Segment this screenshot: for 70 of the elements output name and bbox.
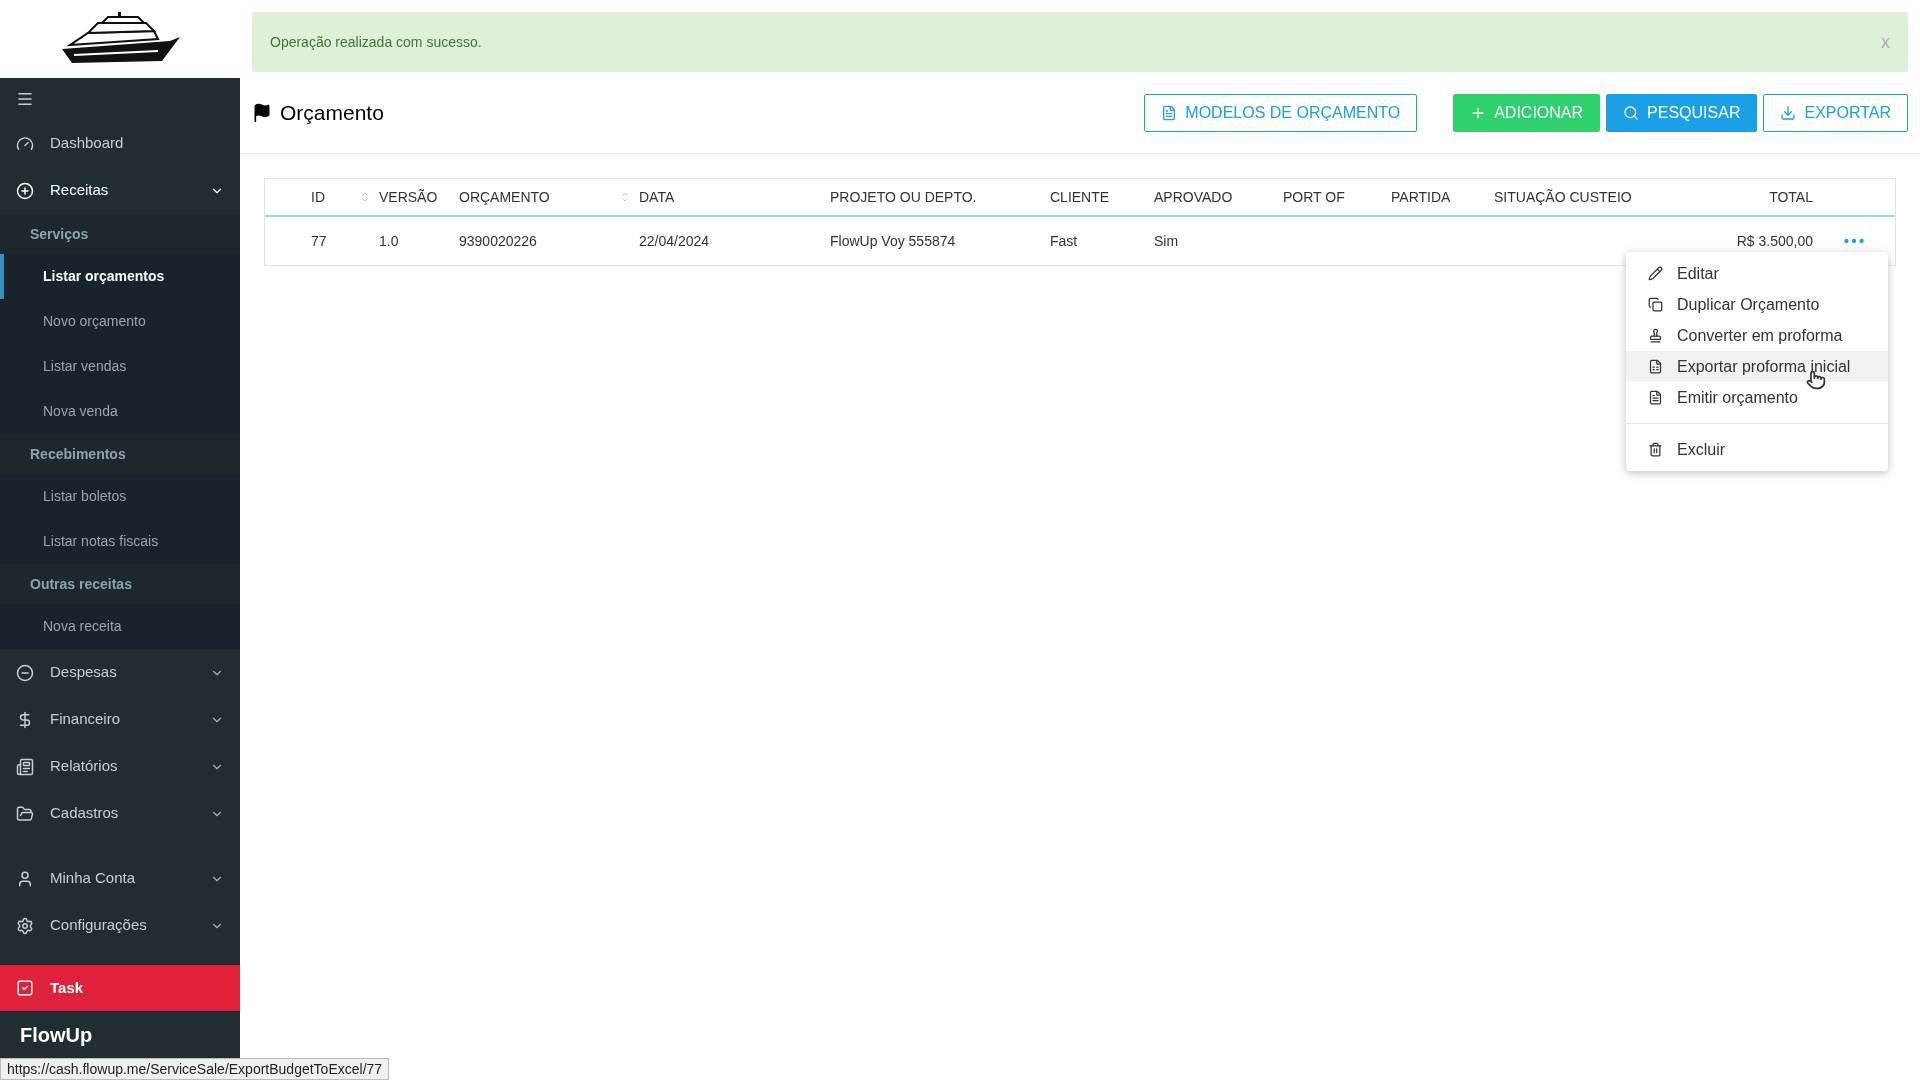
sidebar-item[interactable]: Configurações — [0, 902, 240, 949]
newspaper-icon — [16, 757, 34, 776]
table-cell-text: Fast — [1050, 231, 1079, 251]
gauge-icon — [16, 134, 34, 153]
menu-item[interactable]: Exportar proforma inicial — [1626, 351, 1888, 382]
sidebar-item[interactable]: Relatórios — [0, 743, 240, 790]
pencil-icon — [1648, 266, 1663, 281]
sidebar-subitem[interactable]: Nova receita — [0, 604, 240, 649]
menu-item[interactable]: Duplicar Orçamento — [1626, 289, 1888, 320]
menu-item[interactable]: Editar — [1626, 258, 1888, 289]
hand-pointer-icon — [1806, 370, 1826, 390]
settings-icon — [16, 916, 34, 935]
sidebar-subitem[interactable]: Listar orçamentos — [0, 254, 240, 299]
menu-icon[interactable] — [16, 90, 34, 108]
sidebar-subitem[interactable]: Listar vendas — [0, 344, 240, 389]
spreadsheet-icon — [1648, 359, 1663, 374]
table-cell-text: FlowUp Voy 555874 — [830, 231, 957, 251]
status-url: https://cash.flowup.me/ServiceSale/ExportBudgetToExcel/77 — [0, 1058, 390, 1080]
sort-icon[interactable] — [619, 191, 631, 203]
sidebar-item[interactable]: Despesas — [0, 649, 240, 696]
sidebar-group-header: Serviços — [0, 214, 240, 254]
plus-circle-icon — [16, 181, 34, 200]
column-header[interactable]: PARTIDA — [1391, 186, 1494, 208]
stamp-icon — [1648, 328, 1663, 343]
user-icon — [16, 869, 34, 888]
task-item[interactable]: Task — [0, 965, 240, 1011]
menu-item[interactable]: Excluir — [1626, 434, 1888, 465]
sidebar-subitem[interactable]: Nova venda — [0, 389, 240, 434]
column-header[interactable]: PROJETO OU DEPTO. — [830, 186, 1050, 208]
sidebar-item[interactable]: Financeiro — [0, 696, 240, 743]
sidebar-item[interactable]: Dashboard — [0, 120, 240, 167]
column-header[interactable]: VERSÃO — [379, 186, 459, 208]
column-header[interactable]: TOTAL — [1701, 186, 1813, 208]
search-icon — [1623, 104, 1640, 121]
table-cell-text: 1.0 — [379, 231, 400, 251]
document-icon — [1648, 390, 1663, 405]
sidebar-subitem[interactable]: Listar notas fiscais — [0, 519, 240, 564]
flag-icon — [252, 102, 272, 123]
sidebar-group-header: Recebimentos — [0, 434, 240, 474]
brand-logo-text: FlowUp — [20, 1024, 93, 1046]
table-cell-text: Sim — [1154, 231, 1180, 251]
document-icon — [1161, 104, 1178, 121]
column-header[interactable]: ORÇAMENTO — [459, 186, 639, 208]
column-header[interactable]: DATA — [639, 186, 830, 208]
copy-icon — [1648, 297, 1663, 312]
column-header[interactable]: PORT OF — [1283, 186, 1391, 208]
sidebar-group-header: Outras receitas — [0, 564, 240, 604]
column-header[interactable]: CLIENTE — [1050, 186, 1154, 208]
sidebar-item[interactable]: Receitas — [0, 167, 240, 214]
alert-message: Operação realizada com sucesso. — [270, 32, 483, 52]
trash-icon — [1648, 442, 1663, 457]
column-header[interactable]: ID — [311, 186, 379, 208]
column-header[interactable]: APROVADO — [1154, 186, 1283, 208]
sidebar-subitem[interactable]: Listar boletos — [0, 474, 240, 519]
sort-icon[interactable] — [359, 191, 371, 203]
download-icon — [1780, 104, 1797, 121]
sidebar-subitem[interactable]: Novo orçamento — [0, 299, 240, 344]
table-cell-text: R$ 3.500,00 — [1735, 231, 1813, 251]
table-cell-text: 22/04/2024 — [639, 231, 711, 251]
page-title: Orçamento — [280, 99, 385, 126]
sidebar-item[interactable]: Minha Conta — [0, 855, 240, 902]
minus-circle-icon — [16, 663, 34, 682]
checkbox-icon — [16, 979, 34, 997]
menu-item[interactable]: Emitir orçamento — [1626, 382, 1888, 413]
menu-item[interactable]: Converter em proforma — [1626, 320, 1888, 351]
sidebar-item[interactable]: Cadastros — [0, 790, 240, 837]
table-cell-text: 77 — [311, 231, 328, 251]
table-cell-text: 9390020226 — [459, 231, 538, 251]
folder-icon — [16, 804, 34, 823]
column-header[interactable]: SITUAÇÃO CUSTEIO — [1494, 186, 1701, 208]
